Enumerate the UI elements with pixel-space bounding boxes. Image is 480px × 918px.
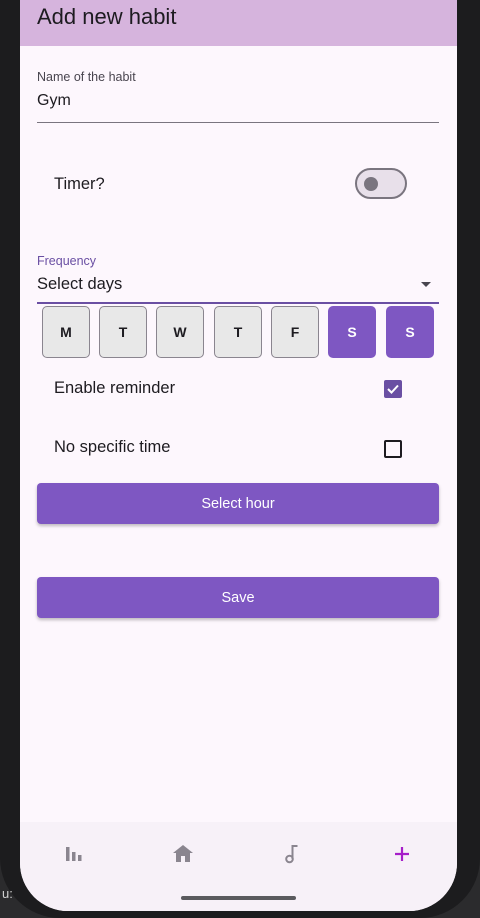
plus-icon	[395, 847, 409, 861]
frequency-underline	[37, 302, 439, 304]
home-icon	[173, 845, 193, 862]
no-specific-time-label: No specific time	[54, 438, 171, 456]
bar-chart-icon	[66, 847, 82, 861]
home-indicator[interactable]	[181, 896, 296, 900]
dropdown-arrow-icon	[421, 282, 431, 287]
frequency-label: Frequency	[37, 254, 97, 268]
app-screen: Add new habit Name of the habit Gym Time…	[20, 0, 457, 911]
day-button-thursday[interactable]: T	[214, 306, 262, 358]
status-fragment: u:	[2, 886, 13, 901]
app-bar: Add new habit	[20, 0, 457, 46]
day-button-tuesday[interactable]: T	[99, 306, 147, 358]
timer-toggle[interactable]	[355, 168, 407, 199]
day-button-friday[interactable]: F	[271, 306, 319, 358]
habit-name-underline	[37, 122, 439, 123]
day-button-sunday[interactable]: S	[386, 306, 434, 358]
nav-add[interactable]	[388, 840, 416, 868]
enable-reminder-checkbox[interactable]	[384, 380, 402, 398]
day-button-monday[interactable]: M	[42, 306, 90, 358]
day-button-wednesday[interactable]: W	[156, 306, 204, 358]
nav-music[interactable]	[278, 840, 306, 868]
save-button[interactable]: Save	[37, 577, 439, 618]
enable-reminder-label: Enable reminder	[54, 379, 176, 397]
select-hour-button[interactable]: Select hour	[37, 483, 439, 524]
nav-home[interactable]	[169, 840, 197, 868]
frequency-value: Select days	[37, 275, 123, 293]
no-specific-time-checkbox[interactable]	[384, 440, 402, 458]
habit-name-input[interactable]: Gym	[37, 92, 71, 110]
timer-label: Timer?	[54, 175, 105, 193]
page-title: Add new habit	[37, 4, 177, 29]
day-button-saturday[interactable]: S	[328, 306, 376, 358]
habit-name-label: Name of the habit	[37, 70, 136, 84]
nav-stats[interactable]	[60, 840, 88, 868]
music-note-icon	[285, 845, 298, 864]
toggle-knob	[364, 177, 378, 191]
check-icon	[387, 384, 399, 394]
